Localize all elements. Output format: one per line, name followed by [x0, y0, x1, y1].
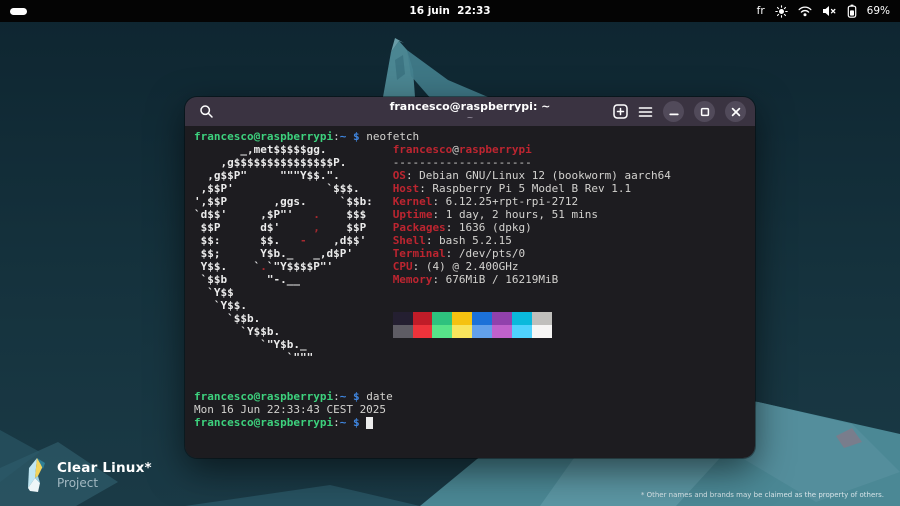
clearlinux-text: Clear Linux* Project — [57, 461, 152, 490]
system-tray[interactable]: fr 69% — [757, 0, 890, 22]
activities-pill[interactable] — [10, 8, 27, 15]
clearlinux-title: Clear Linux* — [57, 461, 152, 476]
clearlinux-subtitle: Project — [57, 476, 152, 490]
desktop: 16 juin 22:33 fr 69% francesco@r — [0, 0, 900, 506]
battery-percent: 69% — [867, 5, 890, 17]
battery-icon — [847, 4, 857, 18]
minimize-button[interactable] — [663, 101, 684, 122]
disclaimer-text: * Other names and brands may be claimed … — [641, 491, 884, 499]
terminal-window: francesco@raspberrypi: ~ ~ — [185, 97, 755, 458]
window-title: francesco@raspberrypi: ~ — [390, 100, 551, 113]
volume-muted-icon — [822, 5, 837, 17]
maximize-button[interactable] — [694, 101, 715, 122]
keyboard-layout-indicator[interactable]: fr — [757, 5, 765, 17]
menu-button[interactable] — [638, 106, 653, 118]
clearlinux-logo-icon — [26, 456, 48, 494]
terminal-headerbar[interactable]: francesco@raspberrypi: ~ ~ — [185, 97, 755, 126]
brightness-icon — [775, 5, 788, 18]
clock[interactable]: 16 juin 22:33 — [409, 0, 490, 22]
clearlinux-branding: Clear Linux* Project — [26, 456, 152, 494]
window-controls — [613, 97, 746, 126]
wifi-icon — [798, 5, 812, 17]
new-tab-button[interactable] — [613, 104, 628, 119]
top-bar: 16 juin 22:33 fr 69% — [0, 0, 900, 22]
search-icon[interactable] — [199, 104, 214, 119]
close-button[interactable] — [725, 101, 746, 122]
window-subtitle: ~ — [390, 113, 551, 122]
terminal-output[interactable]: francesco@raspberrypi:~ $ neofetch _,met… — [185, 126, 755, 458]
window-title-area: francesco@raspberrypi: ~ ~ — [390, 100, 551, 122]
